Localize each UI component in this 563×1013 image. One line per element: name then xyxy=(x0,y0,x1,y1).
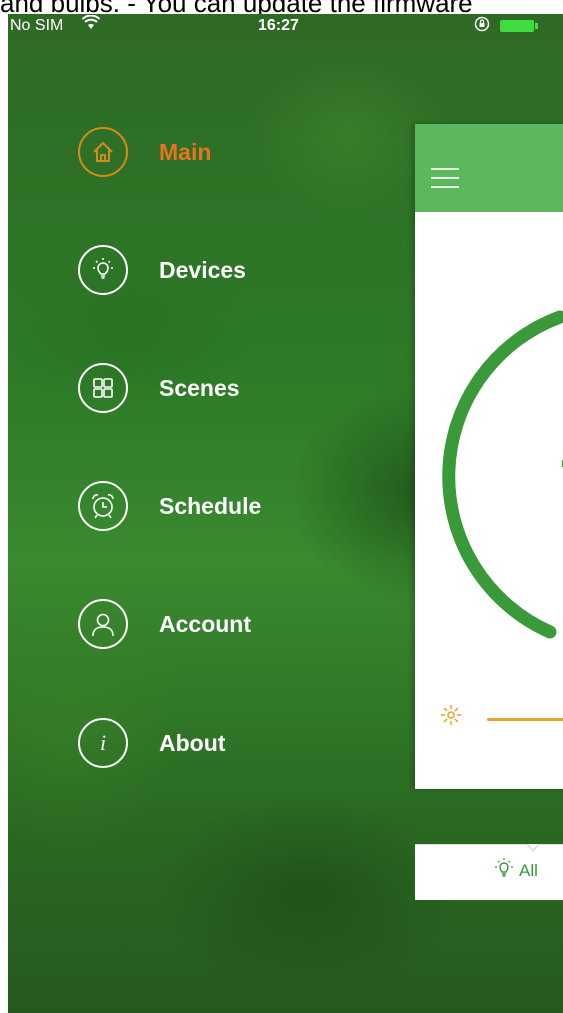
sun-icon xyxy=(439,703,463,733)
status-bar: No SIM 16:27 xyxy=(8,14,563,40)
info-icon: i xyxy=(78,718,128,768)
grid-icon xyxy=(78,363,128,413)
menu-label-main: Main xyxy=(159,138,212,165)
menu-label-devices: Devices xyxy=(159,256,246,283)
home-icon xyxy=(78,127,128,177)
main-panel-peek[interactable]: 1 All xyxy=(415,124,563,900)
panel-header xyxy=(415,124,563,212)
wifi-icon xyxy=(81,14,101,36)
rotation-lock-icon xyxy=(474,16,490,36)
svg-text:i: i xyxy=(100,730,106,755)
brightness-slider[interactable] xyxy=(439,705,563,731)
menu-item-account[interactable]: Account xyxy=(78,596,251,652)
hamburger-menu-icon[interactable] xyxy=(431,168,459,188)
tab-indicator-caret xyxy=(527,844,539,852)
user-icon xyxy=(78,599,128,649)
menu-item-scenes[interactable]: Scenes xyxy=(78,360,240,416)
menu-item-about[interactable]: i About xyxy=(78,715,225,771)
menu-label-about: About xyxy=(159,729,226,756)
carrier-label: No SIM xyxy=(10,17,64,34)
alarm-clock-icon xyxy=(78,481,128,531)
menu-label-schedule: Schedule xyxy=(159,492,262,519)
brightness-gauge[interactable]: 1 xyxy=(415,212,563,682)
gauge-value-text: 1 xyxy=(555,387,563,487)
menu-item-schedule[interactable]: Schedule xyxy=(78,478,261,534)
tab-all-label: All xyxy=(519,860,538,880)
status-time: 16:27 xyxy=(258,17,299,34)
phone-screen: No SIM 16:27 Main Devices Scenes Schedul… xyxy=(8,14,563,1013)
menu-label-account: Account xyxy=(159,610,251,637)
bulb-icon xyxy=(78,245,128,295)
panel-tabbar: All xyxy=(415,844,563,900)
menu-item-main[interactable]: Main xyxy=(78,124,211,180)
slider-track[interactable] xyxy=(487,718,563,721)
menu-label-scenes: Scenes xyxy=(159,374,240,401)
tab-all[interactable]: All xyxy=(493,857,538,884)
battery-icon xyxy=(500,20,534,32)
bulb-icon xyxy=(493,857,515,884)
battery-tip xyxy=(535,23,538,29)
menu-item-devices[interactable]: Devices xyxy=(78,242,246,298)
